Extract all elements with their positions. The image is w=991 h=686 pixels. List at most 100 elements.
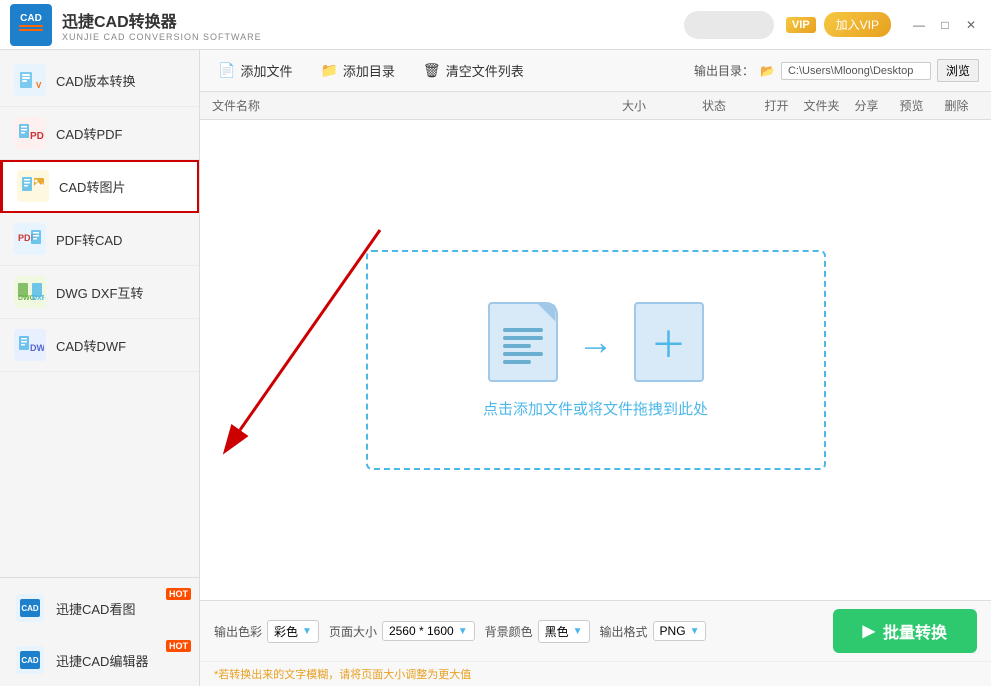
col-header-delete: 删除 [934, 97, 979, 114]
hot-badge-editor: HOT [166, 640, 191, 652]
color-dropdown-icon: ▼ [302, 626, 312, 637]
folder-icon: 📂 [760, 64, 775, 78]
color-select[interactable]: 彩色 ▼ [267, 620, 319, 643]
sidebar-item-pdf-cad[interactable]: PDF PDF转CAD [0, 213, 199, 266]
file-list-header: 文件名称 大小 状态 打开 文件夹 分享 预览 删除 [200, 92, 991, 120]
format-setting: 输出格式 PNG ▼ [600, 621, 707, 641]
col-header-size: 大小 [594, 97, 674, 114]
dwg-dxf-icon: DWG DXF [14, 276, 46, 308]
sidebar-label-cad-pdf: CAD转PDF [56, 124, 122, 143]
sidebar-top: V CAD版本转换 PDF [0, 54, 199, 577]
arrow-right-icon: → [578, 321, 614, 363]
add-file-button[interactable]: 📄 添加文件 [212, 58, 298, 83]
close-button[interactable]: ✕ [961, 15, 981, 35]
bg-color-value: 黑色 [545, 623, 569, 640]
page-size-select[interactable]: 2560 * 1600 ▼ [382, 621, 475, 641]
svg-text:CAD: CAD [20, 13, 42, 24]
main-layout: V CAD版本转换 PDF [0, 50, 991, 686]
svg-text:DXF: DXF [32, 295, 44, 302]
output-dir-value: C:\Users\Mloong\Desktop [781, 62, 931, 80]
format-select[interactable]: PNG ▼ [653, 621, 707, 641]
sidebar-item-cad-pdf[interactable]: PDF CAD转PDF [0, 107, 199, 160]
format-label: 输出格式 [600, 623, 648, 640]
color-setting: 输出色彩 彩色 ▼ [214, 620, 319, 643]
page-size-label: 页面大小 [329, 623, 377, 640]
sidebar-item-cad-viewer[interactable]: CAD 迅捷CAD看图 HOT [0, 582, 199, 634]
title-right-controls: VIP 加入VIP — □ ✕ [684, 11, 981, 39]
output-dir-label: 输出目录： [694, 62, 754, 79]
pdf-cad-icon: PDF [14, 223, 46, 255]
sidebar-inner: V CAD版本转换 PDF [0, 54, 199, 686]
clear-list-button[interactable]: 🗑 清空文件列表 [417, 58, 530, 83]
col-header-open: 打开 [754, 97, 799, 114]
cad-version-icon: V [14, 64, 46, 96]
toolbar-right: 输出目录： 📂 C:\Users\Mloong\Desktop 浏览 [694, 59, 979, 82]
svg-text:PDF: PDF [30, 131, 44, 142]
doc-line-1 [503, 328, 543, 332]
sidebar-label-cad-editor: 迅捷CAD编辑器 [56, 651, 148, 670]
cad-pdf-icon: PDF [14, 117, 46, 149]
add-dir-icon: 📁 [320, 62, 337, 79]
svg-text:CAD: CAD [21, 656, 39, 665]
sidebar-item-cad-img[interactable]: CAD转图片 [0, 160, 199, 213]
bg-color-select[interactable]: 黑色 ▼ [538, 620, 590, 643]
cad-editor-icon: CAD [14, 644, 46, 676]
page-size-value: 2560 * 1600 [389, 624, 454, 638]
app-logo: CAD [10, 4, 52, 46]
bg-color-label: 背景颜色 [485, 623, 533, 640]
convert-button[interactable]: ▶ 批量转换 [833, 609, 977, 653]
app-subtitle: XUNJIE CAD CONVERSION SOFTWARE [62, 32, 262, 42]
app-title: 迅捷CAD转换器 [62, 8, 262, 32]
drop-zone-text[interactable]: 点击添加文件或将文件拖拽到此处 [483, 398, 708, 419]
content-area: 📄 添加文件 📁 添加目录 🗑 清空文件列表 输出目录： 📂 C:\Users\… [200, 50, 991, 686]
doc-line-2 [503, 336, 543, 340]
add-file-icon: 📄 [218, 62, 235, 79]
doc-line-5 [503, 360, 531, 364]
clear-list-icon: 🗑 [423, 62, 441, 79]
settings-bar: 输出色彩 彩色 ▼ 页面大小 2560 * 1600 ▼ 背景颜色 黑色 ▼ [200, 600, 991, 661]
col-header-status: 状态 [674, 97, 754, 114]
hint-text: *若转换出来的文字模糊，请将页面大小调整为更大值 [214, 669, 471, 681]
cad-img-icon [17, 170, 49, 202]
page-size-setting: 页面大小 2560 * 1600 ▼ [329, 621, 475, 641]
add-dir-button[interactable]: 📁 添加目录 [314, 58, 400, 83]
doc-line-4 [503, 352, 543, 356]
sidebar-item-cad-version[interactable]: V CAD版本转换 [0, 54, 199, 107]
drop-zone-box[interactable]: → ＋ 点击添加文件或将文件拖拽到此处 [366, 250, 826, 470]
convert-play-icon: ▶ [863, 621, 875, 641]
minimize-button[interactable]: — [909, 15, 929, 35]
maximize-button[interactable]: □ [935, 15, 955, 35]
hint-row: *若转换出来的文字模糊，请将页面大小调整为更大值 [200, 661, 991, 686]
window-controls: — □ ✕ [909, 15, 981, 35]
page-size-dropdown-icon: ▼ [458, 626, 468, 637]
svg-text:V: V [36, 81, 42, 90]
cad-viewer-icon: CAD [14, 592, 46, 624]
svg-text:DWF: DWF [30, 343, 44, 353]
bg-color-setting: 背景颜色 黑色 ▼ [485, 620, 590, 643]
sidebar-label-cad-dwf: CAD转DWF [56, 336, 126, 355]
format-value: PNG [660, 624, 686, 638]
user-avatar[interactable] [684, 11, 774, 39]
app-title-group: 迅捷CAD转换器 XUNJIE CAD CONVERSION SOFTWARE [62, 8, 262, 42]
sidebar-label-cad-version: CAD版本转换 [56, 71, 135, 90]
sidebar: V CAD版本转换 PDF [0, 50, 200, 686]
clear-list-label: 清空文件列表 [446, 61, 524, 80]
svg-text:CAD: CAD [21, 604, 39, 613]
sidebar-label-dwg-dxf: DWG DXF互转 [56, 283, 143, 302]
convert-label: 批量转换 [883, 619, 947, 643]
sidebar-item-cad-editor[interactable]: CAD 迅捷CAD编辑器 HOT [0, 634, 199, 686]
col-header-preview: 预览 [889, 97, 934, 114]
toolbar: 📄 添加文件 📁 添加目录 🗑 清空文件列表 输出目录： 📂 C:\Users\… [200, 50, 991, 92]
join-vip-button[interactable]: 加入VIP [824, 12, 891, 37]
sidebar-item-dwg-dxf[interactable]: DWG DXF DWG DXF互转 [0, 266, 199, 319]
browse-button[interactable]: 浏览 [937, 59, 979, 82]
doc-lines [503, 328, 543, 364]
vip-badge: VIP [786, 17, 816, 33]
sidebar-label-cad-img: CAD转图片 [59, 177, 125, 196]
bg-color-dropdown-icon: ▼ [573, 626, 583, 637]
color-value: 彩色 [274, 623, 298, 640]
drop-zone[interactable]: → ＋ 点击添加文件或将文件拖拽到此处 [200, 120, 991, 600]
sidebar-label-pdf-cad: PDF转CAD [56, 230, 122, 249]
document-icon [488, 302, 558, 382]
sidebar-item-cad-dwf[interactable]: DWF CAD转DWF [0, 319, 199, 372]
